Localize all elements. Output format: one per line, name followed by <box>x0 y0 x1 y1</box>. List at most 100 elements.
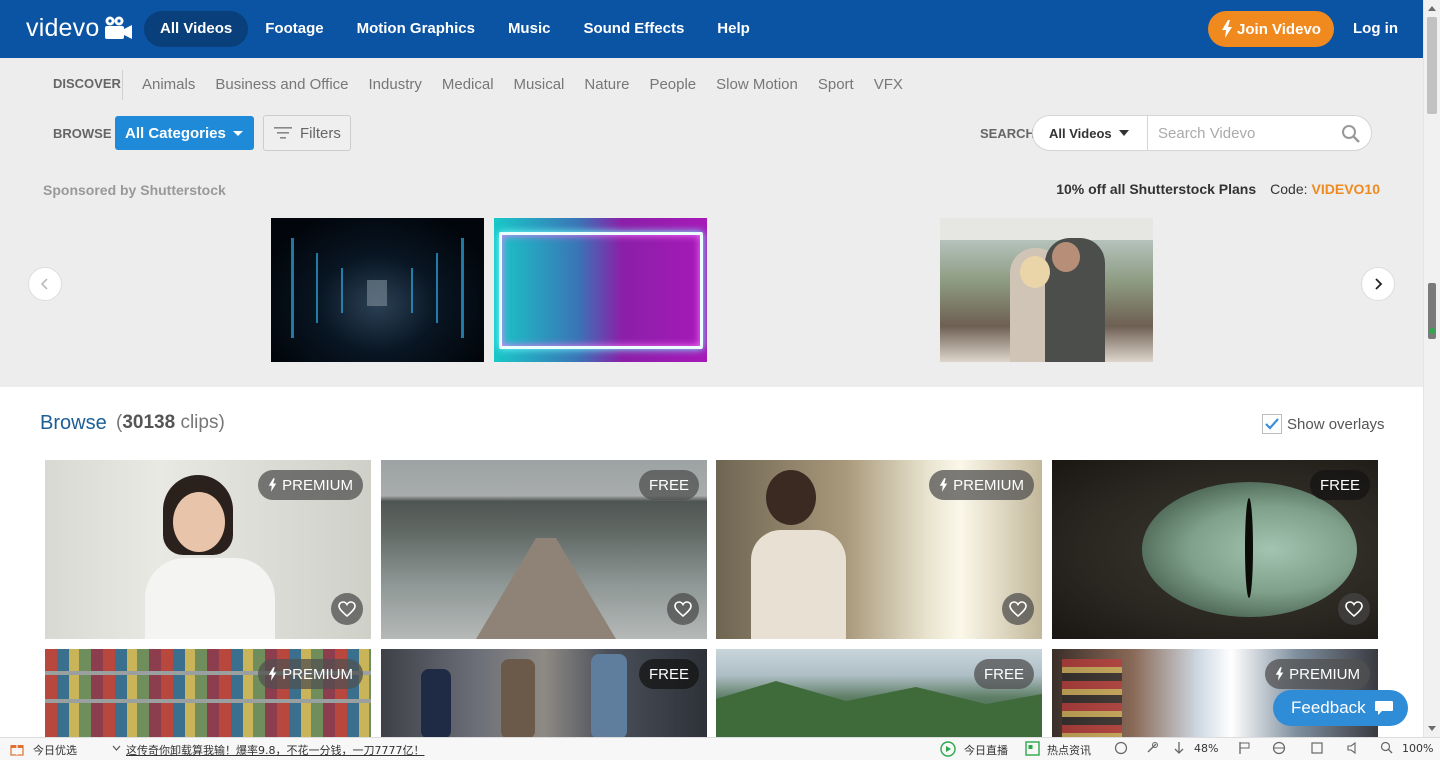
hot-news-label[interactable]: 热点资讯 <box>1047 742 1091 758</box>
discover-link-vfx[interactable]: VFX <box>874 76 903 93</box>
discover-link-musical[interactable]: Musical <box>514 76 565 93</box>
nav-music[interactable]: Music <box>492 11 567 47</box>
flag-icon[interactable] <box>1238 741 1251 755</box>
live-label[interactable]: 今日直播 <box>964 742 1008 758</box>
clip-tile[interactable]: PREMIUM <box>716 460 1042 639</box>
category-dropdown[interactable]: All Categories <box>115 116 254 150</box>
news-headline-link[interactable]: 这传奇你卸载算我输！爆率9.8，不花一分钱，一刀7777亿！ <box>126 742 425 758</box>
feedback-button[interactable]: Feedback <box>1273 690 1408 726</box>
heart-icon <box>1345 601 1363 617</box>
clip-badge: PREMIUM <box>258 659 363 689</box>
discover-link-industry[interactable]: Industry <box>369 76 422 93</box>
clip-tile[interactable]: PREMIUM <box>45 460 371 639</box>
speaker-icon[interactable] <box>1346 741 1361 755</box>
refresh-icon[interactable] <box>1114 741 1128 755</box>
clip-badge-label: FREE <box>648 476 689 494</box>
chevron-left-icon <box>40 278 48 290</box>
search-input[interactable] <box>1149 116 1329 150</box>
top-navigation-bar: videvo All Videos Footage Motion Graphic… <box>0 0 1423 58</box>
window-icon[interactable] <box>1310 741 1324 755</box>
lightning-icon <box>1222 20 1233 38</box>
search-scope-dropdown[interactable]: All Videos <box>1033 116 1148 150</box>
video-camera-icon <box>105 16 133 39</box>
promo-code: VIDEVO10 <box>1311 181 1380 197</box>
promo-code-label: Code: <box>1270 181 1308 197</box>
search-scope-value: All Videos <box>1049 125 1112 141</box>
play-circle-icon <box>940 741 956 757</box>
login-link[interactable]: Log in <box>1353 11 1398 47</box>
lightning-icon <box>268 478 277 492</box>
download-icon[interactable] <box>1173 741 1185 755</box>
nav-all-videos[interactable]: All Videos <box>144 11 249 47</box>
lightning-icon <box>268 667 277 681</box>
category-value: All Categories <box>125 124 226 142</box>
lightning-icon <box>939 478 948 492</box>
discover-link-sport[interactable]: Sport <box>818 76 854 93</box>
logo-text: videvo <box>26 13 100 42</box>
zoom-icon[interactable] <box>1380 741 1393 754</box>
search-icon[interactable] <box>1341 124 1361 144</box>
scroll-down-arrow[interactable] <box>1428 726 1436 731</box>
favorite-heart-button[interactable] <box>1002 593 1034 625</box>
caret-down-icon <box>233 131 243 136</box>
clip-tile[interactable]: FREE <box>1052 460 1378 639</box>
download-percentage: 48% <box>1194 742 1219 755</box>
clip-tile[interactable]: PREMIUM <box>45 649 371 737</box>
discover-link-business[interactable]: Business and Office <box>215 76 348 93</box>
search-box: All Videos <box>1032 115 1372 151</box>
zoom-level[interactable]: 100% <box>1402 742 1433 755</box>
discover-link-nature[interactable]: Nature <box>584 76 629 93</box>
carousel-next-button[interactable] <box>1361 267 1395 301</box>
favorite-heart-button[interactable] <box>1338 593 1370 625</box>
browse-title: Browse <box>40 412 107 434</box>
clip-badge-label: PREMIUM <box>1289 665 1360 683</box>
clip-badge-label: PREMIUM <box>282 476 353 494</box>
nav-motion-graphics[interactable]: Motion Graphics <box>341 11 491 47</box>
main-nav: All Videos Footage Motion Graphics Music… <box>144 11 767 47</box>
clip-tile[interactable]: FREE <box>381 460 707 639</box>
scroll-thumb[interactable] <box>1427 17 1437 114</box>
heart-icon <box>1009 601 1027 617</box>
discover-link-animals[interactable]: Animals <box>142 76 195 93</box>
clip-tile[interactable]: FREE <box>381 649 707 737</box>
favorite-heart-button[interactable] <box>331 593 363 625</box>
browser-status-bar: 今日优选 这传奇你卸载算我输！爆率9.8，不花一分钱，一刀7777亿！ 今日直播… <box>0 737 1440 760</box>
sponsored-thumbnail-server-room[interactable] <box>271 218 484 362</box>
clip-badge: FREE <box>638 470 699 500</box>
nav-sound-effects[interactable]: Sound Effects <box>567 11 700 47</box>
clip-badge: PREMIUM <box>258 470 363 500</box>
show-overlays-label: Show overlays <box>1287 416 1385 433</box>
discover-link-medical[interactable]: Medical <box>442 76 494 93</box>
clip-tile[interactable]: FREE <box>716 649 1042 737</box>
discover-divider <box>122 70 123 100</box>
clip-badge: PREMIUM <box>1265 659 1370 689</box>
join-videvo-button[interactable]: Join Videvo <box>1208 11 1334 47</box>
show-overlays-checkbox[interactable] <box>1262 414 1282 434</box>
caret-down-icon <box>1118 130 1129 136</box>
scroll-up-arrow[interactable] <box>1428 6 1436 11</box>
sponsored-thumbnail-dancing-couple[interactable] <box>940 218 1153 362</box>
heart-icon <box>674 601 692 617</box>
discover-link-slow-motion[interactable]: Slow Motion <box>716 76 798 93</box>
heart-icon <box>338 601 356 617</box>
carousel-prev-button[interactable] <box>28 267 62 301</box>
favorite-heart-button[interactable] <box>667 593 699 625</box>
sponsored-thumbnail-neon-frame[interactable] <box>494 218 707 362</box>
feedback-label: Feedback <box>1291 698 1366 717</box>
discover-links: Animals Business and Office Industry Med… <box>142 76 923 93</box>
videvo-logo[interactable]: videvo <box>26 10 133 46</box>
today-pick-label[interactable]: 今日优选 <box>33 742 77 758</box>
chevron-right-icon <box>1375 278 1383 290</box>
clip-badge-label: PREMIUM <box>953 476 1024 494</box>
clip-badge: FREE <box>1309 470 1370 500</box>
browser-icon[interactable] <box>1272 741 1286 755</box>
clip-badge-label: PREMIUM <box>282 665 353 683</box>
sponsored-label: Sponsored by Shutterstock <box>43 182 226 198</box>
filters-button[interactable]: Filters <box>263 115 351 151</box>
page-scrollbar[interactable] <box>1423 0 1440 737</box>
pin-icon[interactable] <box>1145 741 1159 755</box>
nav-help[interactable]: Help <box>701 11 766 47</box>
discover-link-people[interactable]: People <box>649 76 696 93</box>
nav-footage[interactable]: Footage <box>249 11 339 47</box>
filter-icon <box>274 127 292 139</box>
